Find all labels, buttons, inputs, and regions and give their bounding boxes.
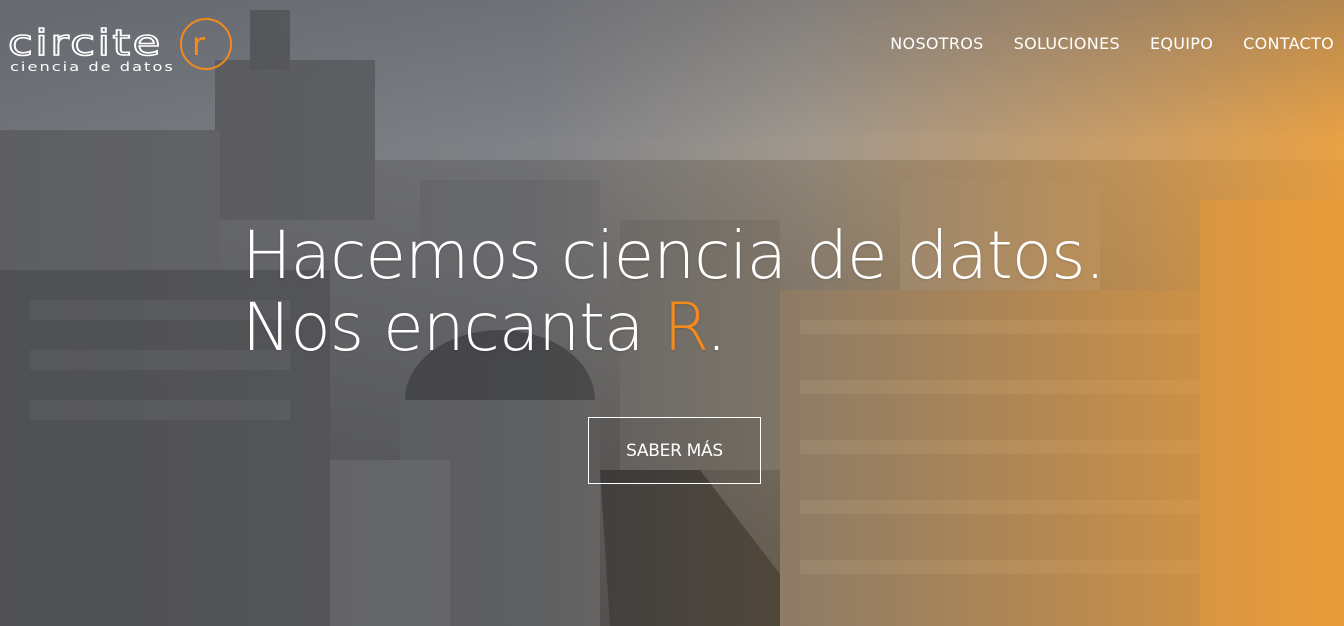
headline-accent-r: R <box>663 289 707 366</box>
hero-section: circite r ciencia de datos NOSOTROS SOLU… <box>0 0 1344 626</box>
nav-item-contacto[interactable]: CONTACTO <box>1243 33 1334 55</box>
saber-mas-label: SABER MÁS <box>626 440 723 461</box>
brand-logo[interactable]: circite r ciencia de datos <box>7 16 232 78</box>
headline-line-2-prefix: Nos encanta <box>242 289 664 366</box>
logo-ring-icon <box>180 18 232 70</box>
hero-headline: Hacemos ciencia de datos. Nos encanta R. <box>242 217 1106 364</box>
main-navigation: NOSOTROS SOLUCIONES EQUIPO CONTACTO <box>890 33 1334 55</box>
nav-item-nosotros[interactable]: NOSOTROS <box>890 33 983 55</box>
logo-tagline: ciencia de datos <box>10 60 175 74</box>
logo-r-letter: r <box>192 25 206 63</box>
headline-line-2-suffix: . <box>705 289 727 366</box>
headline-line-2: Nos encanta R. <box>242 292 1105 364</box>
headline-line-1: Hacemos ciencia de datos. <box>242 217 1106 294</box>
logo-wordmark: circite <box>7 23 163 64</box>
saber-mas-button[interactable]: SABER MÁS <box>588 417 761 484</box>
nav-item-equipo[interactable]: EQUIPO <box>1150 33 1213 55</box>
nav-item-soluciones[interactable]: SOLUCIONES <box>1014 33 1120 55</box>
